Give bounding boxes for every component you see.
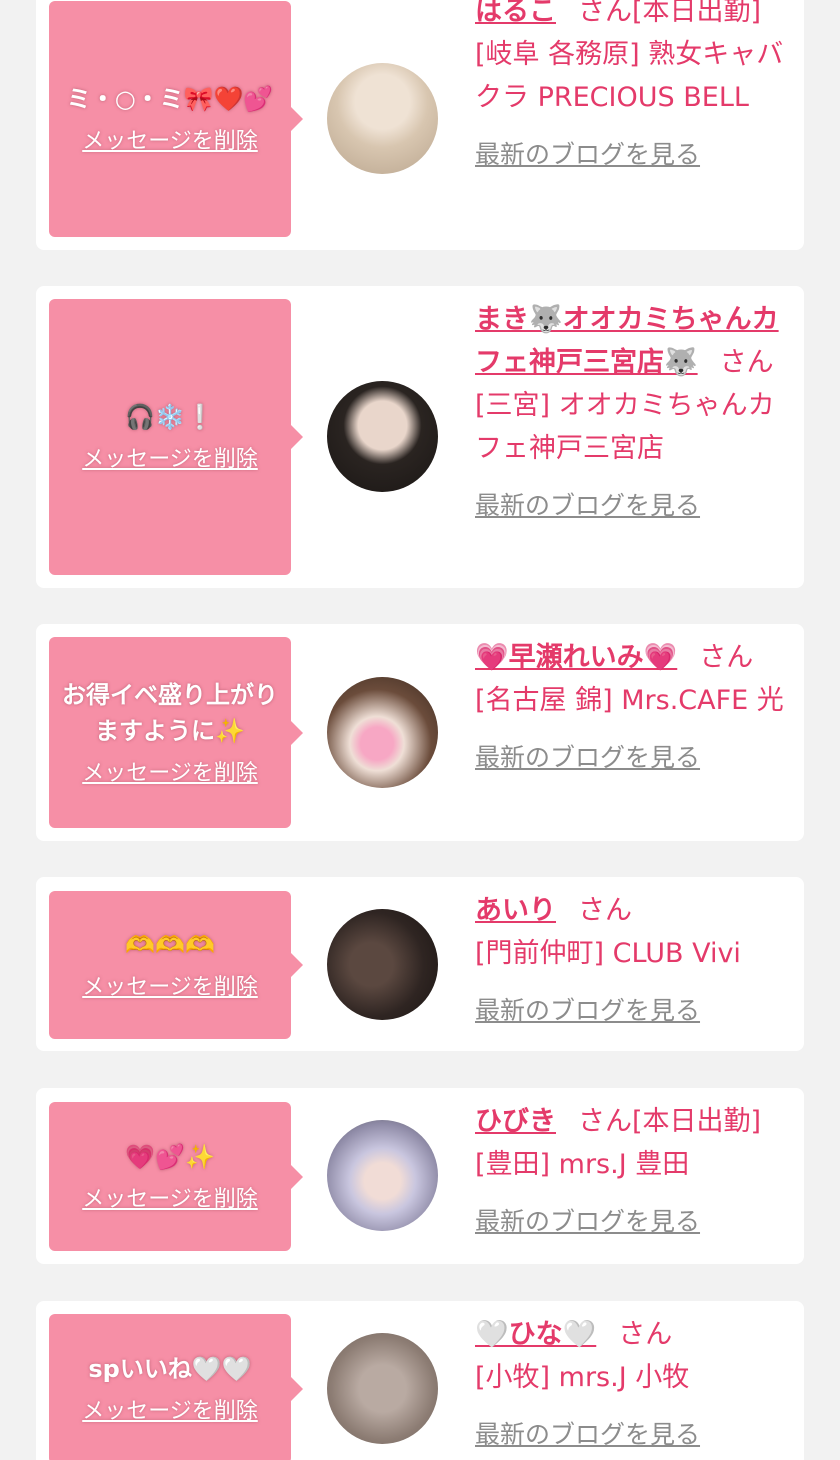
profile-name-link[interactable]: あいり bbox=[475, 895, 556, 926]
avatar[interactable] bbox=[327, 1120, 438, 1231]
honorific: さん bbox=[578, 895, 632, 926]
work-status: [本日出勤] bbox=[632, 0, 762, 27]
avatar[interactable] bbox=[327, 1333, 438, 1444]
shop-info: [小牧] mrs.J 小牧 bbox=[475, 1362, 690, 1393]
message-bubble: お得イベ盛り上がりますように✨ メッセージを削除 bbox=[49, 637, 303, 828]
shop-info: [豊田] mrs.J 豊田 bbox=[475, 1149, 690, 1180]
profile-info: 🤍ひな🤍 さん [小牧] mrs.J 小牧 最新のブログを見る bbox=[475, 1313, 793, 1456]
shop-info: [名古屋 錦] Mrs.CAFE 光 bbox=[475, 685, 784, 716]
avatar[interactable] bbox=[327, 381, 438, 492]
profile-info: まき🐺オオカミちゃんカフェ神戸三宮店🐺 さん [三宮] オオカミちゃんカフェ神戸三… bbox=[475, 298, 793, 527]
list-item: お得イベ盛り上がりますように✨ メッセージを削除 💗早瀬れいみ💗 さん [名古屋 … bbox=[36, 624, 804, 841]
delete-message-link[interactable]: メッセージを削除 bbox=[82, 973, 258, 1003]
message-text: ミ・○・ミ🎀❤️💕 bbox=[66, 85, 274, 113]
latest-blog-link[interactable]: 最新のブログを見る bbox=[475, 989, 700, 1032]
list-item: 🎧❄️❕ メッセージを削除 まき🐺オオカミちゃんカフェ神戸三宮店🐺 さん [三宮]… bbox=[36, 286, 804, 588]
honorific: さん bbox=[719, 347, 774, 378]
message-bubble: ミ・○・ミ🎀❤️💕 メッセージを削除 bbox=[49, 1, 303, 237]
favorites-list: ミ・○・ミ🎀❤️💕 メッセージを削除 はるこ さん[本日出勤] [岐阜 各務原] … bbox=[0, 0, 840, 1460]
profile-name-link[interactable]: ひびき bbox=[475, 1106, 556, 1137]
delete-message-link[interactable]: メッセージを削除 bbox=[82, 127, 258, 157]
profile-name-link[interactable]: 🤍ひな🤍 bbox=[475, 1319, 596, 1350]
shop-info: [岐阜 各務原] 熟女キャバクラ PRECIOUS BELL bbox=[475, 39, 784, 113]
avatar[interactable] bbox=[327, 63, 438, 174]
message-text: 🎧❄️❕ bbox=[125, 403, 215, 431]
message-bubble: 🫶🫶🫶 メッセージを削除 bbox=[49, 891, 303, 1039]
list-item: 💗💕✨ メッセージを削除 ひびき さん[本日出勤] [豊田] mrs.J 豊田 最… bbox=[36, 1088, 804, 1264]
message-text: お得イベ盛り上がりますように✨ bbox=[62, 680, 278, 745]
honorific: さん bbox=[578, 1106, 632, 1137]
delete-message-link[interactable]: メッセージを削除 bbox=[82, 1185, 258, 1215]
delete-message-link[interactable]: メッセージを削除 bbox=[82, 759, 258, 789]
avatar[interactable] bbox=[327, 909, 438, 1020]
profile-info: あいり さん [門前仲町] CLUB Vivi 最新のブログを見る bbox=[475, 889, 793, 1032]
message-text: 🫶🫶🫶 bbox=[125, 931, 215, 959]
shop-info: [門前仲町] CLUB Vivi bbox=[475, 938, 741, 969]
latest-blog-link[interactable]: 最新のブログを見る bbox=[475, 484, 700, 527]
profile-name-link[interactable]: はるこ bbox=[475, 0, 556, 27]
delete-message-link[interactable]: メッセージを削除 bbox=[82, 1397, 258, 1427]
latest-blog-link[interactable]: 最新のブログを見る bbox=[475, 133, 700, 176]
work-status: [本日出勤] bbox=[632, 1106, 762, 1137]
message-text: spいいね🤍🤍 bbox=[88, 1355, 252, 1383]
profile-info: 💗早瀬れいみ💗 さん [名古屋 錦] Mrs.CAFE 光 最新のブログを見る bbox=[475, 636, 793, 779]
profile-info: ひびき さん[本日出勤] [豊田] mrs.J 豊田 最新のブログを見る bbox=[475, 1100, 793, 1243]
profile-name-link[interactable]: 💗早瀬れいみ💗 bbox=[475, 642, 677, 673]
delete-message-link[interactable]: メッセージを削除 bbox=[82, 445, 258, 475]
message-bubble: spいいね🤍🤍 メッセージを削除 bbox=[49, 1314, 303, 1460]
profile-info: はるこ さん[本日出勤] [岐阜 各務原] 熟女キャバクラ PRECIOUS BE… bbox=[475, 0, 793, 176]
message-text: 💗💕✨ bbox=[125, 1142, 215, 1171]
list-item: 🫶🫶🫶 メッセージを削除 あいり さん [門前仲町] CLUB Vivi 最新のブ… bbox=[36, 877, 804, 1051]
honorific: さん bbox=[699, 642, 754, 673]
shop-info: [三宮] オオカミちゃんカフェ神戸三宮店 bbox=[475, 390, 775, 464]
latest-blog-link[interactable]: 最新のブログを見る bbox=[475, 736, 700, 779]
latest-blog-link[interactable]: 最新のブログを見る bbox=[475, 1200, 700, 1243]
latest-blog-link[interactable]: 最新のブログを見る bbox=[475, 1413, 700, 1456]
message-bubble: 💗💕✨ メッセージを削除 bbox=[49, 1102, 303, 1251]
honorific: さん bbox=[618, 1319, 673, 1350]
list-item: ミ・○・ミ🎀❤️💕 メッセージを削除 はるこ さん[本日出勤] [岐阜 各務原] … bbox=[36, 0, 804, 250]
message-bubble: 🎧❄️❕ メッセージを削除 bbox=[49, 299, 303, 575]
list-item: spいいね🤍🤍 メッセージを削除 🤍ひな🤍 さん [小牧] mrs.J 小牧 最新… bbox=[36, 1301, 804, 1460]
avatar[interactable] bbox=[327, 677, 438, 788]
honorific: さん bbox=[578, 0, 632, 27]
